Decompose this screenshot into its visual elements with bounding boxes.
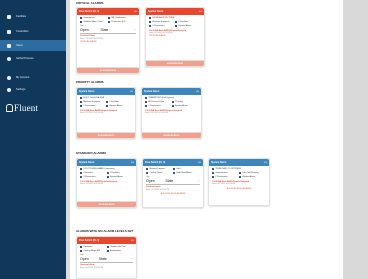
alarm-card[interactable]: System Alarm ••• UTILITY-WIDE-MAKE Commun… <box>76 158 137 208</box>
facility-icon <box>171 100 174 103</box>
chevron-down-icon: ⌄ <box>130 257 133 261</box>
page-background <box>343 0 368 279</box>
equipment-icon <box>80 167 83 170</box>
more-options-icon[interactable]: ••• <box>264 161 267 164</box>
equipment-icon <box>80 171 83 174</box>
globe-icon <box>7 56 11 61</box>
section-priority-alarms: PRIORITY ALARMS <box>76 80 104 84</box>
sidebar-item-settings[interactable]: Settings <box>0 84 66 95</box>
alarm-card[interactable]: System Alarm ••• WORKSHOP PICTURE Machine… <box>145 7 205 67</box>
more-options-icon[interactable]: ••• <box>134 10 137 13</box>
equipment-icon <box>80 245 83 248</box>
more-options-icon[interactable]: ••• <box>199 10 202 13</box>
acknowledge-button[interactable]: ACKNOWLEDGE <box>146 60 204 66</box>
processor-icon <box>149 24 152 27</box>
users-icon <box>7 43 11 48</box>
equipment-icon <box>80 20 83 23</box>
alarm-card[interactable]: System Alarm ••• BODY CH-BOSA SHA Machine… <box>76 87 136 139</box>
alarm-icon <box>173 171 176 174</box>
alarm-icon <box>108 16 111 19</box>
more-options-icon[interactable]: ••• <box>198 161 201 164</box>
section-critical-alarms: CRITICAL ALARMS <box>76 1 104 5</box>
lab-icon <box>173 167 176 170</box>
logo-mark-icon <box>6 104 13 112</box>
sidebar-item-controllers[interactable]: Controllers <box>0 26 66 37</box>
section-standard-alarms: STANDARD ALARMS <box>76 151 107 155</box>
state-select[interactable]: Open State ⌄ <box>146 179 200 185</box>
processor-icon <box>108 20 111 23</box>
equipment-icon <box>80 249 83 252</box>
processor-icon <box>145 104 148 107</box>
more-options-icon[interactable]: ••• <box>131 161 134 164</box>
alarm-card[interactable]: Flow Switch (FL 4) ••• Material Dispens. L… <box>142 158 204 208</box>
acknowledge-button[interactable]: ACKNOWLEDGE <box>77 201 136 207</box>
lab-icon <box>239 171 242 174</box>
alarm-card[interactable]: System Alarm ••• TURNOVER TO OPPRESS Summ… <box>208 158 270 206</box>
equipment-icon <box>80 100 83 103</box>
alarm-icon <box>106 104 109 107</box>
equipment-icon <box>145 96 148 99</box>
alarm-icon <box>239 175 242 178</box>
alarm-card[interactable]: Flow Switch (FL 4) ••• Container Outdoor V… <box>76 236 137 279</box>
equipment-icon <box>149 16 152 19</box>
account-icon <box>7 75 11 80</box>
equipment-icon <box>146 167 149 170</box>
acknowledge-button[interactable]: ACKNOWLEDGE <box>142 132 201 138</box>
equipment-icon <box>212 167 215 170</box>
gear-icon <box>7 87 11 92</box>
acknowledge-button[interactable]: ACKNOWLEDGE <box>77 132 135 138</box>
equipment-icon <box>80 16 83 19</box>
sidebar: Facilities Controllers Users Global Proc… <box>0 0 66 279</box>
chevron-down-icon: ⌄ <box>197 179 200 183</box>
building-icon <box>7 14 11 19</box>
more-options-icon[interactable]: ••• <box>196 90 199 93</box>
more-options-icon[interactable]: ••• <box>130 90 133 93</box>
equipment-icon <box>106 245 109 248</box>
processor-icon <box>80 104 83 107</box>
acknowledge-link[interactable]: ACKNOWLEDGE ALARMS <box>143 193 203 195</box>
alarm-card[interactable]: Flow Switch (FL 4) ••• Summarizer BB Overf… <box>76 7 140 74</box>
processor-icon <box>106 249 109 252</box>
alarm-icon <box>175 24 178 27</box>
equipment-icon <box>146 171 149 174</box>
card-header: Flow Switch (FL 4) ••• <box>77 8 139 15</box>
alarms-panel: CRITICAL ALARMS Flow Switch (FL 4) ••• Su… <box>70 0 343 279</box>
sidebar-item-users[interactable]: Users <box>0 40 66 51</box>
processor-icon <box>80 175 83 178</box>
processor-icon <box>212 175 215 178</box>
state-select[interactable]: Open State ⌄ <box>80 28 136 34</box>
sidebar-item-global-process[interactable]: Global Process <box>0 53 66 64</box>
equipment-icon <box>149 20 152 23</box>
sidebar-item-my-account[interactable]: My Account <box>0 72 66 83</box>
more-options-icon[interactable]: ••• <box>131 239 134 242</box>
facility-icon <box>106 100 109 103</box>
state-select[interactable]: Open State ⌄ <box>80 257 133 263</box>
section-no-alarm-levels: ALARMS WITH NO ALARM LEVELS SET <box>76 229 134 233</box>
facility-icon <box>175 20 178 23</box>
alarm-card[interactable]: System Alarm ••• TRANSPORT (Dial System) … <box>141 87 202 139</box>
equipment-icon <box>80 96 83 99</box>
alarm-icon <box>171 104 174 107</box>
equipment-icon <box>212 171 215 174</box>
alarm-icon <box>106 175 109 178</box>
facility-icon <box>106 171 109 174</box>
fluent-logo: Fluent <box>6 102 46 114</box>
equipment-icon <box>145 100 148 103</box>
acknowledge-link[interactable]: ACKNOWLEDGE ALARMS <box>209 188 269 190</box>
sidebar-item-facilities[interactable]: Facilities <box>0 11 66 22</box>
chevron-down-icon: ⌄ <box>133 28 136 32</box>
acknowledge-button[interactable]: ACKNOWLEDGE <box>77 67 139 73</box>
controller-icon <box>7 29 11 34</box>
